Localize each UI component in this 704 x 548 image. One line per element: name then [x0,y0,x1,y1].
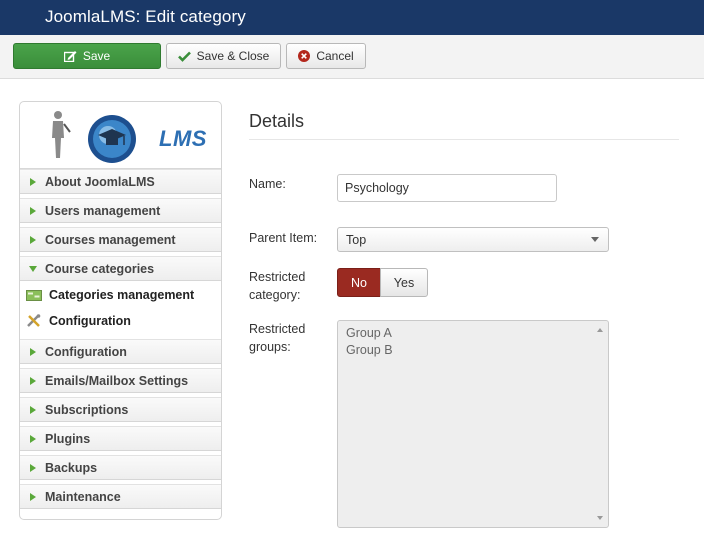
sidebar-item-label: Maintenance [45,489,121,504]
restricted-groups-label-line2: groups: [249,340,291,354]
scroll-up-icon[interactable] [597,328,603,332]
sidebar-item-course-categories[interactable]: Course categories [20,256,221,281]
chevron-right-icon [30,405,36,414]
save-close-button[interactable]: Save & Close [166,43,281,69]
tools-icon [25,314,43,328]
parent-item-label: Parent Item: [249,231,318,245]
sidebar-item-about[interactable]: About JoomlaLMS [20,169,221,194]
sidebar-item-label: About JoomlaLMS [45,174,155,189]
restricted-groups-label: Restricted groups: [249,320,305,356]
sidebar-subitem-label: Configuration [49,314,131,328]
sidebar: LMS About JoomlaLMS Users management Cou… [19,101,222,520]
chevron-right-icon [30,177,36,186]
cancel-icon [298,50,311,62]
section-divider [249,139,679,140]
cancel-button[interactable]: Cancel [286,43,366,69]
restricted-category-label-line1: Restricted [249,270,306,284]
app-header: JoomlaLMS: Edit category [0,0,704,35]
scroll-down-icon[interactable] [597,516,603,520]
multiselect-scrollbar[interactable] [592,321,608,527]
restricted-category-label-line2: category: [249,288,301,302]
categories-icon [25,288,43,302]
sidebar-item-label: Users management [45,203,161,218]
sidebar-item-label: Course categories [45,261,155,276]
name-field-value: Psychology [345,181,409,195]
save-button-label: Save [82,49,111,63]
chevron-right-icon [30,206,36,215]
sidebar-item-backups[interactable]: Backups [20,455,221,480]
chevron-down-icon [591,237,599,242]
group-option[interactable]: Group A [346,326,392,340]
logo-text: LMS [159,126,207,151]
restricted-yes-button[interactable]: Yes [380,268,428,297]
sidebar-item-configuration[interactable]: Configuration [20,339,221,364]
chevron-right-icon [30,376,36,385]
restricted-category-label: Restricted category: [249,268,305,304]
page-title: JoomlaLMS: Edit category [45,7,246,26]
sidebar-item-courses[interactable]: Courses management [20,227,221,252]
save-close-button-label: Save & Close [196,49,270,63]
sidebar-subitem-categories-management[interactable]: Categories management [20,282,221,308]
sidebar-item-label: Configuration [45,344,127,359]
sidebar-item-label: Subscriptions [45,402,129,417]
joomlalms-logo: LMS [20,102,221,169]
sidebar-item-label: Backups [45,460,98,475]
sidebar-item-subscriptions[interactable]: Subscriptions [20,397,221,422]
restricted-no-button[interactable]: No [337,268,381,297]
restricted-groups-multiselect[interactable]: Group A Group B [337,320,609,528]
chevron-right-icon [30,434,36,443]
chevron-down-icon [29,265,37,272]
group-option[interactable]: Group B [346,343,393,357]
edit-icon [63,50,77,62]
sidebar-item-users[interactable]: Users management [20,198,221,223]
parent-item-value: Top [346,232,367,247]
sidebar-item-label: Courses management [45,232,176,247]
parent-item-select[interactable]: Top [337,227,609,252]
chevron-right-icon [30,347,36,356]
chevron-right-icon [30,235,36,244]
save-button[interactable]: Save [13,43,161,69]
sidebar-item-label: Plugins [45,431,91,446]
check-icon [177,51,191,62]
chevron-right-icon [30,492,36,501]
sidebar-item-label: Emails/Mailbox Settings [45,373,189,388]
section-title: Details [249,111,305,131]
sidebar-item-emails[interactable]: Emails/Mailbox Settings [20,368,221,393]
sidebar-subitem-configuration[interactable]: Configuration [20,308,221,334]
sidebar-item-maintenance[interactable]: Maintenance [20,484,221,509]
cancel-button-label: Cancel [316,49,354,63]
sidebar-subitem-label: Categories management [49,288,195,302]
restricted-groups-label-line1: Restricted [249,322,306,336]
name-field[interactable]: Psychology [337,174,557,202]
name-label: Name: [249,177,286,191]
chevron-right-icon [30,463,36,472]
toolbar: Save Save & Close Cancel [0,35,704,79]
sidebar-item-plugins[interactable]: Plugins [20,426,221,451]
